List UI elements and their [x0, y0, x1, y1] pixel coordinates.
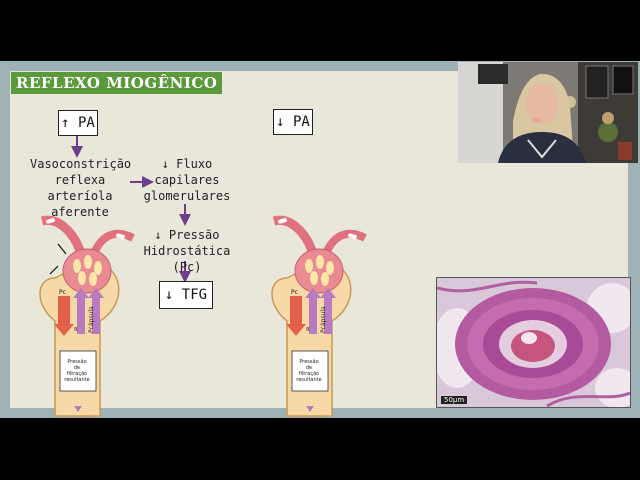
arteriole-cross-section	[437, 278, 630, 407]
vasoconstriction-text: Vasoconstrição reflexa arteríola aferent…	[30, 157, 132, 219]
histology-micrograph: 50µm	[436, 277, 631, 408]
presenter-webcam	[458, 62, 638, 163]
tfg-decrease-box: ↓ TFG	[159, 281, 213, 309]
pi-label-left: π	[74, 326, 78, 333]
pi-label-right: π	[306, 326, 310, 333]
net-pressure-label-right: Pressão de filtração resultante	[296, 359, 322, 383]
capillary-flow-text: ↓ Fluxo capilares glomerulares	[143, 157, 231, 203]
pc-label-right: Pc	[291, 289, 298, 296]
scale-bar-label: 50µm	[441, 396, 468, 404]
pa-decrease-box: ↓ PA	[273, 109, 313, 135]
presenter-video-frame	[458, 62, 638, 163]
hydrostatic-pressure-text: ↓ Pressão Hidrostática (Pc)	[143, 228, 231, 274]
pcapsula-label-left: Pcápsula	[88, 306, 95, 333]
pcapsula-label-right: Pcápsula	[320, 306, 327, 333]
pc-label-left: Pc	[59, 289, 66, 296]
net-pressure-label-left: Pressão de filtração resultante	[64, 359, 90, 383]
